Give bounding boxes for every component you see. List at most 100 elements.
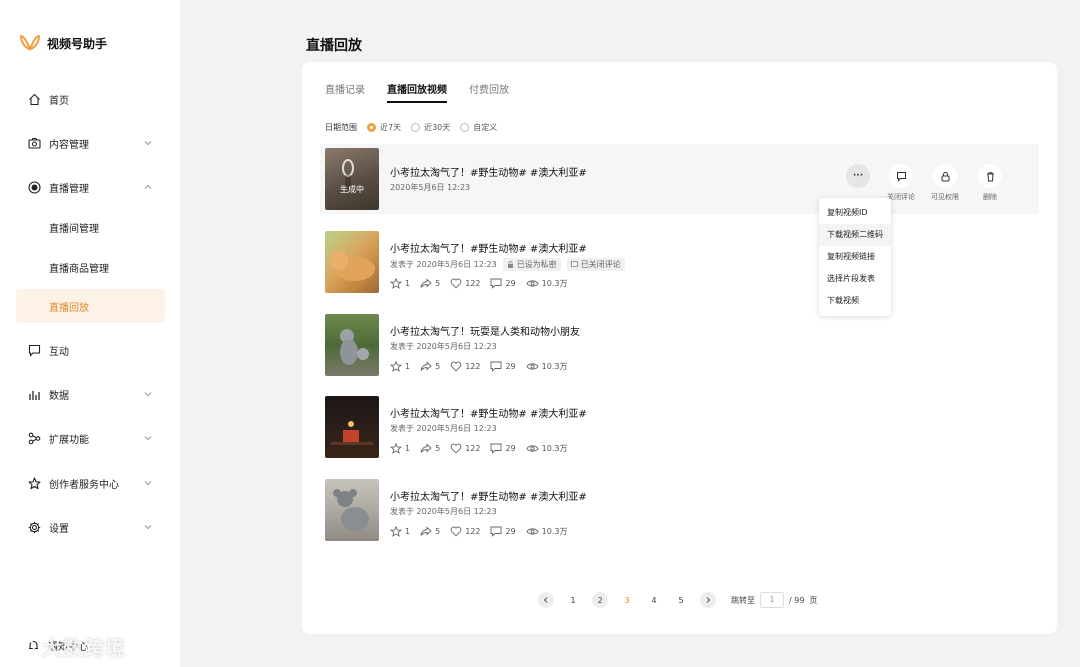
comments-stat: 29 — [490, 526, 516, 537]
eye-icon — [526, 363, 539, 370]
video-date: 2020年5月6日 12:23 — [390, 182, 470, 193]
sidebar-subitem-live-replay[interactable]: 直播回放 — [16, 289, 165, 323]
action-label: 删除 — [983, 193, 997, 201]
page-title: 直播回放 — [306, 38, 362, 54]
camera-icon — [27, 136, 41, 150]
radio-unselected-icon — [411, 123, 421, 132]
video-thumbnail[interactable] — [325, 396, 379, 458]
page-jump-input[interactable]: 1 — [760, 592, 784, 608]
page-4-button[interactable]: 4 — [646, 592, 662, 608]
sidebar-subitem-live-room[interactable]: 直播间管理 — [16, 210, 165, 244]
delete-button[interactable]: 删除 — [970, 164, 1010, 202]
comment-icon — [491, 361, 502, 372]
video-thumbnail[interactable] — [325, 231, 379, 293]
radio-custom[interactable]: 自定义 — [460, 122, 497, 133]
video-thumbnail[interactable] — [325, 314, 379, 376]
page-1-button[interactable]: 1 — [565, 592, 581, 608]
video-thumbnail[interactable]: 生成中 — [325, 148, 379, 210]
more-icon: ··· — [846, 164, 870, 188]
stat-value: 10.3万 — [541, 362, 568, 371]
close-comments-button[interactable]: 关闭评论 — [881, 164, 921, 202]
sidebar-item-label: 创作者服务中心 — [49, 479, 119, 491]
tab-paid-replay[interactable]: 付费回放 — [469, 81, 509, 103]
views-stat: 10.3万 — [526, 361, 568, 372]
stat-value: 5 — [435, 362, 441, 371]
views-stat: 10.3万 — [526, 443, 567, 454]
sidebar-item-settings[interactable]: 设置 — [0, 510, 180, 544]
video-row[interactable]: 小考拉太淘气了！#野生动物# #澳大利亚# 发表于 2020年5月6日 12:2… — [320, 475, 1039, 545]
next-page-button[interactable] — [700, 592, 716, 608]
prev-page-button[interactable] — [538, 592, 554, 608]
menu-select-clip[interactable]: 选择片段发表 — [819, 268, 891, 290]
watermark: 大数跨境 — [8, 632, 126, 661]
sidebar-subitem-live-products[interactable]: 直播商品管理 — [16, 250, 165, 284]
sidebar-item-label: 扩展功能 — [49, 434, 89, 446]
share-icon — [420, 361, 432, 371]
stat-value: 10.3万 — [541, 279, 568, 288]
video-row[interactable]: 生成中 小考拉太淘气了！#野生动物# #澳大利亚# 2020年5月6日 12:2… — [320, 144, 1039, 214]
stat-value: 122 — [465, 362, 481, 371]
video-thumbnail[interactable] — [325, 479, 379, 541]
tab-live-records[interactable]: 直播记录 — [325, 81, 365, 103]
replay-card: 直播记录 直播回放视频 付费回放 日期范围 近7天 近30天 自定义 生成中 小… — [302, 62, 1057, 634]
menu-download-qr-code[interactable]: 下载视频二维码 — [819, 224, 891, 246]
sidebar-item-home[interactable]: 首页 — [0, 82, 180, 116]
stat-value: 1 — [405, 279, 411, 288]
sidebar-item-interaction[interactable]: 互动 — [0, 333, 180, 367]
koala-image — [333, 489, 369, 531]
tab-replay-videos[interactable]: 直播回放视频 — [387, 81, 447, 103]
video-date-text: 发表于 2020年5月6日 12:23 — [390, 342, 497, 351]
stat-value: 29 — [505, 279, 516, 288]
heart-icon — [450, 361, 462, 372]
sidebar-item-label: 直播管理 — [49, 183, 89, 195]
eye-icon — [526, 445, 539, 452]
comment-icon — [491, 443, 502, 454]
radio-unselected-icon — [460, 123, 470, 132]
sidebar-item-creator-center[interactable]: 创作者服务中心 — [0, 466, 180, 500]
video-row[interactable]: 小考拉太淘气了！#野生动物# #澳大利亚# 发表于 2020年5月6日 12:2… — [320, 227, 1039, 297]
radio-7-days[interactable]: 近7天 — [367, 122, 401, 133]
video-row[interactable]: 小考拉太淘气了！玩耍是人类和动物小朋友 发表于 2020年5月6日 12:23 … — [320, 310, 1039, 380]
radio-30-days[interactable]: 近30天 — [411, 122, 450, 133]
tag-label: 已关闭评论 — [580, 260, 621, 269]
sidebar-item-content[interactable]: 内容管理 — [0, 126, 180, 160]
sidebar-item-live[interactable]: 直播管理 — [0, 170, 180, 204]
date-range-filter: 日期范围 近7天 近30天 自定义 — [325, 122, 497, 133]
sidebar-item-label: 互动 — [49, 346, 69, 358]
page-5-button[interactable]: 5 — [673, 592, 689, 608]
cat-image — [330, 248, 375, 281]
star-outline-icon — [390, 526, 402, 537]
views-stat: 10.3万 — [526, 278, 568, 289]
menu-copy-video-link[interactable]: 复制视频链接 — [819, 246, 891, 268]
more-button[interactable]: ··· — [838, 164, 878, 192]
star-outline-icon — [390, 443, 402, 454]
heart-icon — [450, 443, 462, 454]
comments-closed-tag: 已关闭评论 — [566, 258, 625, 271]
video-stats: 1 5 122 29 10.3万 — [390, 443, 567, 454]
share-icon — [420, 278, 432, 288]
page-3-button[interactable]: 3 — [619, 592, 635, 608]
chevron-down-icon — [144, 481, 152, 486]
extension-icon — [27, 431, 41, 445]
bar-chart-icon — [27, 387, 41, 401]
stat-value: 29 — [505, 527, 516, 536]
favorites-stat: 1 — [390, 526, 410, 537]
favorites-stat: 1 — [390, 361, 410, 372]
stat-value: 122 — [465, 527, 481, 536]
views-stat: 10.3万 — [526, 526, 567, 537]
page-2-button[interactable]: 2 — [592, 592, 608, 608]
star-outline-icon — [390, 361, 402, 372]
stat-value: 5 — [435, 444, 441, 453]
menu-copy-video-id[interactable]: 复制视频ID — [819, 202, 891, 224]
chevron-up-icon — [144, 184, 152, 189]
stat-value: 29 — [505, 362, 516, 371]
sidebar-item-data[interactable]: 数据 — [0, 377, 180, 411]
visibility-button[interactable]: 可见权限 — [925, 164, 965, 202]
pagination: 1 2 3 4 5 跳转至 1 / 99 页 — [538, 592, 817, 608]
app-logo[interactable]: 视频号助手 — [19, 34, 107, 52]
sidebar-item-extensions[interactable]: 扩展功能 — [0, 421, 180, 455]
star-outline-icon — [390, 278, 402, 289]
video-row[interactable]: 小考拉太淘气了！#野生动物# #澳大利亚# 发表于 2020年5月6日 12:2… — [320, 392, 1039, 462]
menu-download-video[interactable]: 下载视频 — [819, 290, 891, 312]
lock-icon — [507, 261, 513, 268]
